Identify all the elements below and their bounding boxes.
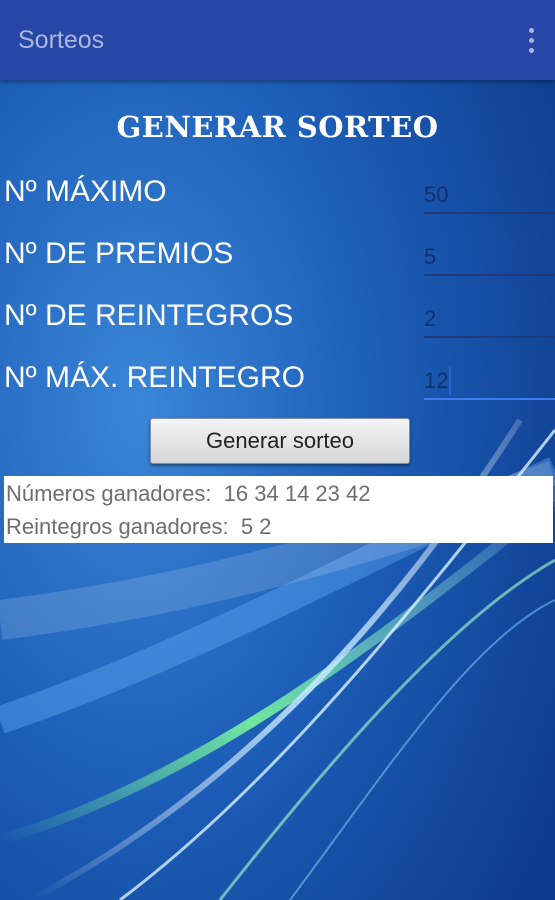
prizes-count-input[interactable] (424, 240, 555, 276)
max-number-input[interactable] (424, 178, 555, 214)
max-number-label: Nº MÁXIMO (4, 175, 167, 208)
app-title: Sorteos (18, 26, 105, 54)
winning-refunds-text: Reintegros ganadores: 5 2 (6, 514, 272, 539)
text-cursor (449, 367, 451, 395)
app-bar: Sorteos (0, 0, 555, 80)
main-content: GENERAR SORTEO Nº MÁXIMO Nº DE PREMIOS N… (0, 80, 555, 900)
refunds-count-input[interactable] (424, 302, 555, 338)
more-vert-icon[interactable] (521, 26, 541, 56)
prizes-count-label: Nº DE PREMIOS (4, 237, 234, 270)
max-refund-input[interactable] (424, 364, 555, 400)
results-panel: Números ganadores: 16 34 14 23 42 Reinte… (4, 476, 553, 543)
winning-numbers-text: Números ganadores: 16 34 14 23 42 (6, 481, 371, 506)
form-heading: GENERAR SORTEO (116, 110, 439, 144)
max-refund-label: Nº MÁX. REINTEGRO (4, 361, 305, 394)
generate-draw-button[interactable]: Generar sorteo (150, 418, 410, 464)
refunds-count-label: Nº DE REINTEGROS (4, 299, 294, 332)
